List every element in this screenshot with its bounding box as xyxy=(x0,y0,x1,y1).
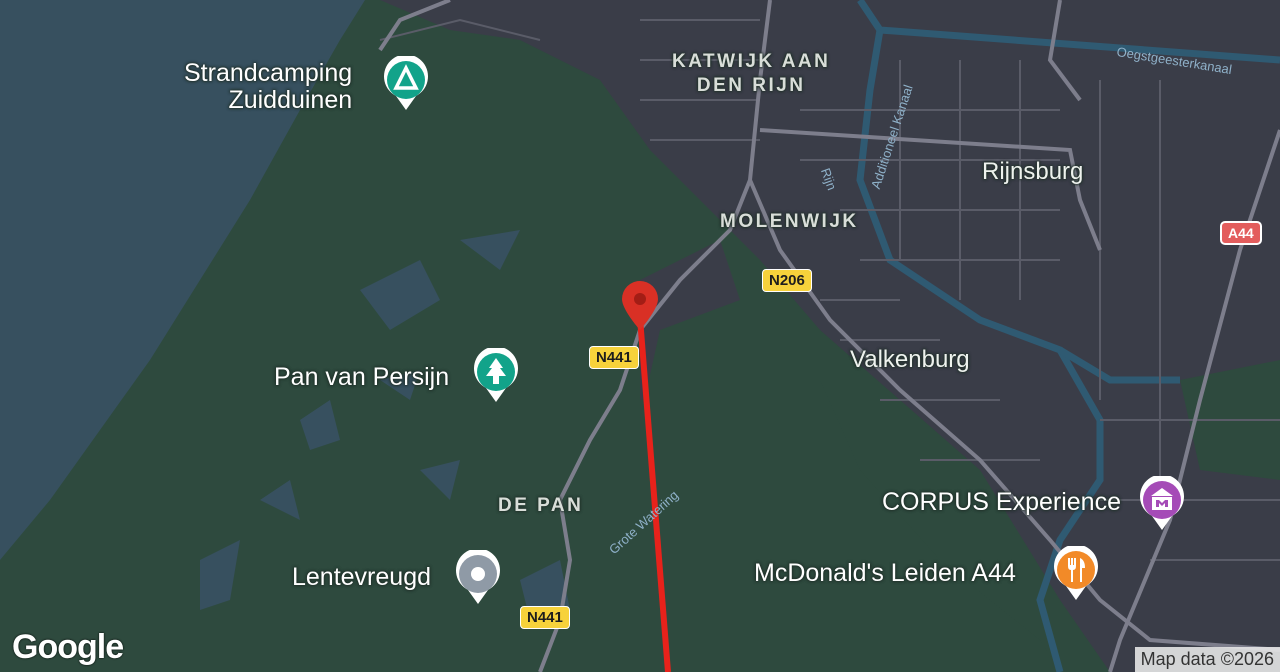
dot-icon xyxy=(456,550,500,604)
place-label-molenwijk: MOLENWIJK xyxy=(720,211,859,232)
road-shield-n441-south: N441 xyxy=(520,606,570,629)
poi-label-mcdonalds[interactable]: McDonald's Leiden A44 xyxy=(754,560,1016,587)
route-start-marker[interactable] xyxy=(616,278,664,334)
location-pin-icon xyxy=(622,280,658,330)
google-logo[interactable]: Google xyxy=(12,628,124,667)
poi-label-pan-van-persijn[interactable]: Pan van Persijn xyxy=(274,364,449,391)
map-attribution[interactable]: Map data ©2026 xyxy=(1134,647,1280,672)
poi-label-corpus[interactable]: CORPUS Experience xyxy=(882,489,1121,516)
map-canvas[interactable]: KATWIJK AAN DEN RIJN MOLENWIJK Rijnsburg… xyxy=(0,0,1280,672)
poi-marker-pan-van-persijn[interactable] xyxy=(472,348,520,404)
museum-icon xyxy=(1140,476,1184,530)
poi-label-strandcamping[interactable]: Strandcamping Zuidduinen xyxy=(184,60,352,114)
poi-marker-corpus[interactable] xyxy=(1138,476,1186,532)
poi-label-lentevreugd[interactable]: Lentevreugd xyxy=(292,564,431,591)
place-label-valkenburg: Valkenburg xyxy=(850,346,970,373)
place-label-katwijk-text: KATWIJK AAN DEN RIJN xyxy=(672,51,831,96)
campground-icon xyxy=(384,56,428,110)
restaurant-icon xyxy=(1054,546,1098,600)
poi-marker-lentevreugd[interactable] xyxy=(454,550,502,606)
tree-icon xyxy=(474,348,518,402)
road-shield-n206: N206 xyxy=(762,269,812,292)
place-label-katwijk: KATWIJK AAN DEN RIJN xyxy=(672,50,830,98)
road-shield-n441: N441 xyxy=(589,346,639,369)
place-label-rijnsburg: Rijnsburg xyxy=(982,158,1084,185)
place-label-depan: DE PAN xyxy=(498,495,584,516)
road-shield-a44: A44 xyxy=(1220,221,1262,245)
poi-marker-mcdonalds[interactable] xyxy=(1052,546,1100,602)
poi-marker-strandcamping[interactable] xyxy=(382,56,430,112)
